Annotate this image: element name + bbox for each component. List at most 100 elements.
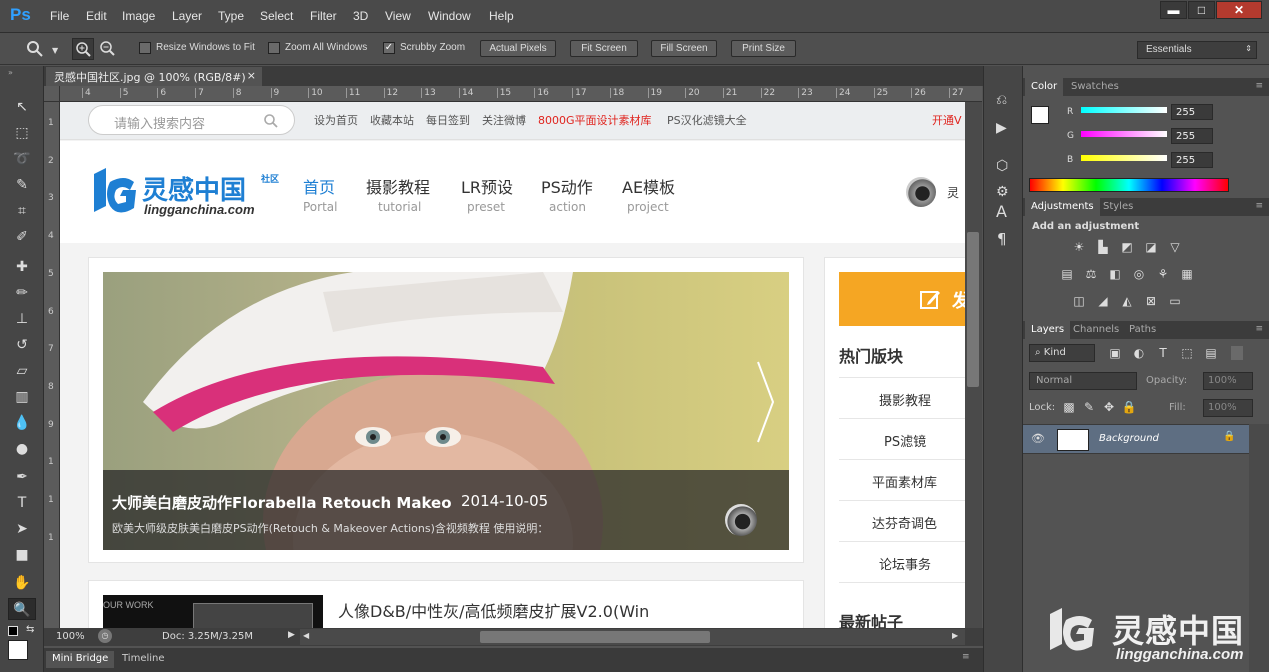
menu-type[interactable]: Type (218, 9, 244, 23)
menu-view[interactable]: View (385, 9, 411, 23)
3d-panel-icon[interactable]: ⬡ (996, 158, 1008, 174)
document-tab[interactable]: 灵感中国社区.jpg @ 100% (RGB/8#) × (46, 67, 262, 86)
vibrance-icon[interactable]: ▽ (1167, 240, 1183, 254)
article-thumbnail[interactable]: OUR WORK (103, 595, 323, 628)
site-user-name[interactable]: 灵 (947, 184, 959, 201)
horizontal-scroll-thumb[interactable] (480, 631, 710, 643)
slider-r[interactable] (1081, 107, 1167, 113)
character-panel-icon[interactable]: A (996, 202, 1007, 221)
path-selection-tool-icon[interactable]: ➤ (8, 518, 36, 540)
hot-item[interactable]: 达芬奇调色 (872, 513, 937, 532)
site-link-weibo[interactable]: 关注微博 (482, 112, 526, 128)
tab-timeline[interactable]: Timeline (116, 651, 171, 668)
channel-mixer-icon[interactable]: ⚘ (1155, 267, 1171, 281)
scroll-right-icon[interactable]: ▶ (952, 631, 958, 640)
article-title[interactable]: 人像D&B/中性灰/高低频磨皮扩展V2.0(Win (338, 598, 649, 622)
exposure-icon[interactable]: ◪ (1143, 240, 1159, 254)
threshold-icon[interactable]: ◭ (1119, 294, 1135, 308)
opacity-field[interactable]: 100% (1203, 372, 1253, 390)
featured-image[interactable]: 大师美白磨皮动作Florabella Retouch Makeo 2014-10… (103, 272, 789, 550)
filter-adjustment-icon[interactable]: ◐ (1131, 346, 1147, 360)
color-balance-icon[interactable]: ⚖ (1083, 267, 1099, 281)
photo-filter-icon[interactable]: ◎ (1131, 267, 1147, 281)
site-nav-home[interactable]: 首页 (303, 174, 335, 198)
filter-smart-object-icon[interactable]: ▤ (1203, 346, 1219, 360)
lock-pixels-icon[interactable]: ✎ (1081, 400, 1097, 414)
zoom-level[interactable]: 100% (56, 631, 85, 642)
menu-select[interactable]: Select (260, 9, 293, 23)
post-button[interactable]: 发 (839, 272, 965, 326)
fit-screen-button[interactable]: Fit Screen (570, 40, 638, 57)
menu-edit[interactable]: Edit (86, 9, 107, 23)
adjustments-panel-menu-icon[interactable]: ≡ (1255, 201, 1263, 211)
menu-layer[interactable]: Layer (172, 9, 202, 23)
maximize-button[interactable]: □ (1188, 1, 1215, 19)
menu-image[interactable]: Image (122, 9, 155, 23)
filter-shape-icon[interactable]: ⬚ (1179, 346, 1195, 360)
site-nav-tutorial[interactable]: 摄影教程 (366, 174, 430, 198)
status-arrow-icon[interactable]: ▶ (288, 630, 295, 640)
history-brush-tool-icon[interactable]: ↺ (8, 334, 36, 356)
vertical-scroll-thumb[interactable] (967, 232, 979, 387)
scroll-left-icon[interactable]: ◀ (303, 631, 309, 640)
hot-item[interactable]: 摄影教程 (879, 390, 931, 409)
brightness-contrast-icon[interactable]: ☀ (1071, 240, 1087, 254)
rectangle-tool-icon[interactable]: ■ (8, 544, 36, 566)
tab-adjustments[interactable]: Adjustments (1025, 198, 1100, 216)
lasso-tool-icon[interactable]: ➰ (8, 148, 36, 170)
gradient-map-icon[interactable]: ▭ (1167, 294, 1183, 308)
menu-filter[interactable]: Filter (310, 9, 337, 23)
history-panel-icon[interactable]: ⎌ (996, 92, 1007, 108)
site-search-icon[interactable] (263, 113, 279, 129)
scrubby-zoom-checkbox[interactable]: ✓ (383, 42, 395, 54)
hue-saturation-icon[interactable]: ▤ (1059, 267, 1075, 281)
panel-menu-icon[interactable]: ≡ (962, 652, 970, 662)
paragraph-panel-icon[interactable]: ¶ (997, 230, 1007, 248)
vertical-ruler[interactable]: 1 2 3 4 5 6 7 8 9 1 1 1 (44, 102, 60, 628)
site-link-materials[interactable]: 8000G平面设计素材库 (538, 112, 652, 128)
site-link-homepage[interactable]: 设为首页 (314, 112, 358, 128)
tab-paths[interactable]: Paths (1123, 321, 1162, 339)
levels-icon[interactable]: ▙ (1095, 240, 1111, 254)
move-tool-icon[interactable]: ↖ (8, 96, 36, 118)
site-nav-preset[interactable]: LR预设 (461, 174, 513, 198)
horizontal-ruler[interactable]: 4 5 6 7 8 9 10 11 12 13 14 15 16 17 18 19 20 21 22 23 24 25 26… (60, 86, 982, 102)
site-search-box[interactable]: 请输入搜索内容 (88, 105, 295, 135)
blend-mode-select[interactable]: Normal (1029, 372, 1137, 390)
site-link-checkin[interactable]: 每日签到 (426, 112, 470, 128)
status-info-icon[interactable]: ◷ (98, 629, 112, 643)
posterize-icon[interactable]: ◢ (1095, 294, 1111, 308)
site-link-vip[interactable]: 开通V (932, 112, 962, 128)
hot-item[interactable]: 论坛事务 (879, 554, 931, 573)
pen-tool-icon[interactable]: ✒ (8, 466, 36, 488)
filter-toggle-icon[interactable] (1231, 346, 1243, 360)
fill-screen-button[interactable]: Fill Screen (651, 40, 717, 57)
tool-preset-dropdown-icon[interactable]: ▼ (52, 46, 58, 55)
close-tab-icon[interactable]: × (247, 69, 256, 82)
layer-visibility-eye-icon[interactable]: 👁 (1031, 432, 1045, 445)
black-white-icon[interactable]: ◧ (1107, 267, 1123, 281)
zoom-all-windows-checkbox[interactable] (268, 42, 280, 54)
healing-brush-tool-icon[interactable]: ✚ (8, 256, 36, 278)
filter-type-icon[interactable]: T (1155, 346, 1171, 360)
minimize-button[interactable]: ▬ (1160, 1, 1187, 19)
hand-tool-icon[interactable]: ✋ (8, 572, 36, 594)
swap-colors-icon[interactable]: ⇆ (26, 624, 34, 635)
horizontal-scrollbar[interactable]: ◀ ▶ (300, 629, 965, 645)
blur-tool-icon[interactable]: 💧 (8, 412, 36, 434)
hot-item[interactable]: 平面素材库 (872, 472, 937, 491)
properties-panel-icon[interactable]: ⚙ (996, 184, 1009, 200)
site-logo-icon[interactable] (90, 164, 140, 220)
document-canvas[interactable]: 请输入搜索内容 设为首页 收藏本站 每日签到 关注微博 8000G平面设计素材库… (60, 102, 965, 628)
selective-color-icon[interactable]: ⊠ (1143, 294, 1159, 308)
layer-row-background[interactable]: 👁 Background 🔒 (1023, 424, 1249, 454)
color-spectrum-bar[interactable] (1029, 178, 1229, 192)
menu-window[interactable]: Window (428, 9, 471, 23)
lock-all-icon[interactable]: 🔒 (1121, 400, 1137, 414)
eyedropper-tool-icon[interactable]: ✐ (8, 226, 36, 248)
collapse-icon[interactable]: » (8, 68, 13, 77)
tab-color[interactable]: Color (1025, 78, 1064, 96)
marquee-tool-icon[interactable]: ⬚ (8, 122, 36, 144)
tab-styles[interactable]: Styles (1097, 198, 1139, 216)
resize-windows-checkbox[interactable] (139, 42, 151, 54)
